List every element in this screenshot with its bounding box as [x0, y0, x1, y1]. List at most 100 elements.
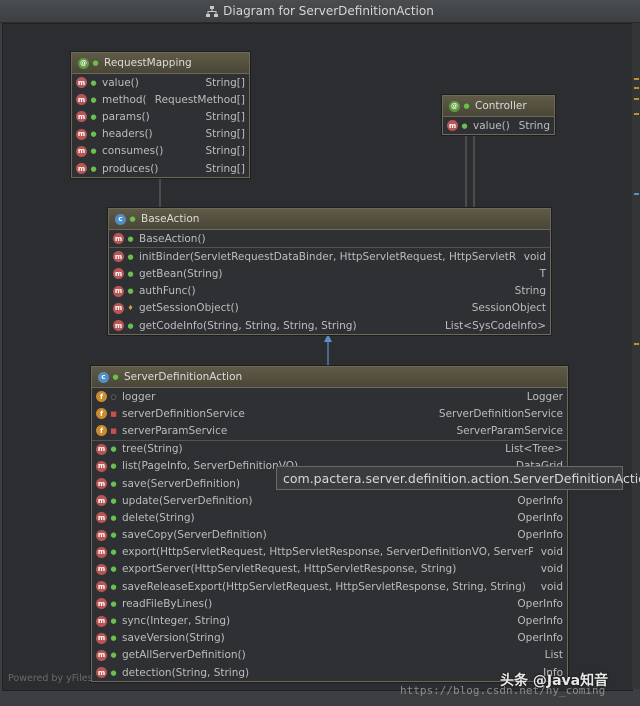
class-fqn-tooltip: com.pactera.server.definition.action.Ser…	[276, 466, 640, 490]
public-icon: ●	[90, 95, 97, 104]
method-type: List	[544, 649, 563, 662]
class-icon: c	[115, 213, 126, 225]
public-icon: ●	[110, 565, 117, 574]
method-row[interactable]: m ● delete(String) OperInfo	[92, 509, 567, 526]
method-row[interactable]: m ● exportServer(HttpServletRequest, HttpS…	[92, 561, 567, 578]
method-icon: m	[96, 529, 107, 541]
method-name: tree(String)	[122, 443, 183, 456]
public-icon: ●	[110, 651, 117, 660]
class-header[interactable]: @ ● RequestMapping	[72, 53, 249, 74]
marker	[634, 113, 639, 115]
constructor-row[interactable]: m ● BaseAction()	[109, 230, 550, 247]
method-row[interactable]: m ● update(ServerDefinition) OperInfo	[92, 492, 567, 509]
method-type: String[]	[205, 145, 245, 158]
method-icon: m	[96, 512, 107, 524]
method-row[interactable]: m ● export(HttpServletRequest, HttpServlet…	[92, 544, 567, 561]
method-row[interactable]: m ● value() String[]	[72, 74, 249, 91]
method-icon: m	[96, 478, 107, 490]
method-name: sync(Integer, String)	[122, 615, 231, 628]
overview-strip[interactable]	[632, 23, 640, 689]
method-row[interactable]: m ● saveVersion(String) OperInfo	[92, 630, 567, 647]
class-server-definition-action[interactable]: c ● ServerDefinitionAction f ○ logger Logge…	[91, 366, 568, 683]
public-icon: ●	[110, 445, 117, 454]
powered-by-label: Powered by yFiles	[8, 673, 93, 684]
annotation-icon: @	[449, 100, 460, 112]
method-name: consumes()	[102, 145, 164, 158]
methods-section: m ● value() String	[443, 117, 554, 134]
method-name: value()	[473, 119, 510, 132]
public-icon: ●	[110, 531, 117, 540]
method-row[interactable]: m ● saveReleaseExport(HttpServletRequest, …	[92, 578, 567, 595]
watermark-brand: 头条 @Java知音	[500, 673, 609, 689]
public-icon: ●	[90, 164, 97, 173]
methods-section: m ● value() String[] m ● method() RequestMetho…	[72, 74, 249, 177]
method-name: readFileByLines()	[122, 597, 213, 610]
method-row[interactable]: m ● params() String[]	[72, 108, 249, 125]
method-icon: m	[76, 111, 87, 123]
public-icon: ●	[463, 102, 470, 110]
method-row[interactable]: m ● saveCopy(ServerDefinition) OperInfo	[92, 527, 567, 544]
method-icon: m	[96, 563, 107, 575]
method-icon: m	[76, 94, 87, 106]
field-name: serverDefinitionService	[122, 407, 245, 420]
methods-section: m ● initBinder(ServletRequestDataBinder, H…	[109, 248, 550, 334]
method-name: value()	[102, 76, 139, 89]
window-title: Diagram for ServerDefinitionAction	[223, 4, 434, 18]
method-icon: m	[96, 667, 107, 679]
method-row[interactable]: m ● headers() String[]	[72, 126, 249, 143]
method-row[interactable]: m ● method() RequestMethod[]	[72, 91, 249, 108]
method-row[interactable]: m ● value() String	[443, 117, 554, 134]
method-name: authFunc()	[139, 285, 196, 298]
public-icon: ●	[112, 373, 119, 381]
method-icon: m	[96, 581, 107, 593]
public-icon: ●	[127, 287, 134, 296]
field-type: ServerParamService	[456, 424, 563, 437]
class-name: BaseAction	[141, 213, 200, 225]
method-icon: m	[96, 443, 107, 455]
method-row[interactable]: m ● authFunc() String	[109, 283, 550, 300]
class-request-mapping[interactable]: @ ● RequestMapping m ● value() String[] m ● m…	[71, 52, 250, 179]
method-name: detection(String, String)	[122, 666, 250, 679]
method-row[interactable]: m ● produces() String[]	[72, 160, 249, 177]
method-row[interactable]: m ♦ getSessionObject() SessionObject	[109, 300, 550, 317]
method-type: SessionObject	[471, 302, 546, 315]
method-row[interactable]: m ● getBean(String) T	[109, 265, 550, 282]
method-row[interactable]: m ● readFileByLines() OperInfo	[92, 595, 567, 612]
method-type: OperInfo	[517, 632, 563, 645]
method-row[interactable]: m ● getCodeInfo(String, String, String, St…	[109, 317, 550, 334]
method-row[interactable]: m ● consumes() String[]	[72, 143, 249, 160]
field-icon: f	[96, 391, 107, 403]
method-icon: m	[113, 268, 124, 280]
method-type: OperInfo	[517, 511, 563, 524]
method-row[interactable]: m ● detection(String, String) Info	[92, 664, 567, 681]
field-icon: f	[96, 408, 107, 420]
public-icon: ●	[461, 121, 468, 130]
method-row[interactable]: m ● tree(String) List<Tree>	[92, 441, 567, 458]
method-icon: m	[76, 163, 87, 175]
method-icon: m	[96, 615, 107, 627]
method-icon: m	[113, 302, 124, 314]
method-type: void	[540, 580, 563, 593]
class-base-action[interactable]: c ● BaseAction m ● BaseAction() m ● initBind…	[108, 208, 551, 336]
method-icon: m	[76, 77, 87, 89]
method-row[interactable]: m ● getAllServerDefinition() List	[92, 647, 567, 664]
field-row[interactable]: f ○ logger Logger	[92, 388, 567, 405]
method-icon: m	[96, 632, 107, 644]
method-type: String[]	[205, 76, 245, 89]
method-icon: m	[96, 460, 107, 472]
method-row[interactable]: m ● sync(Integer, String) OperInfo	[92, 612, 567, 629]
method-type: void	[540, 546, 563, 559]
class-header[interactable]: c ● BaseAction	[109, 209, 550, 230]
method-row[interactable]: m ● initBinder(ServletRequestDataBinder, H…	[109, 248, 550, 265]
public-icon: ●	[110, 599, 117, 608]
public-icon: ●	[110, 668, 117, 677]
class-header[interactable]: c ● ServerDefinitionAction	[92, 367, 567, 388]
diagram-icon	[206, 5, 219, 17]
class-controller[interactable]: @ ● Controller m ● value() String	[442, 95, 555, 136]
field-row[interactable]: f ■ serverParamService ServerParamService	[92, 422, 567, 439]
method-type: OperInfo	[517, 529, 563, 542]
field-row[interactable]: f ■ serverDefinitionService ServerDefinitio…	[92, 405, 567, 422]
class-header[interactable]: @ ● Controller	[443, 96, 554, 117]
method-type: String[]	[205, 162, 245, 175]
method-type: String[]	[205, 110, 245, 123]
